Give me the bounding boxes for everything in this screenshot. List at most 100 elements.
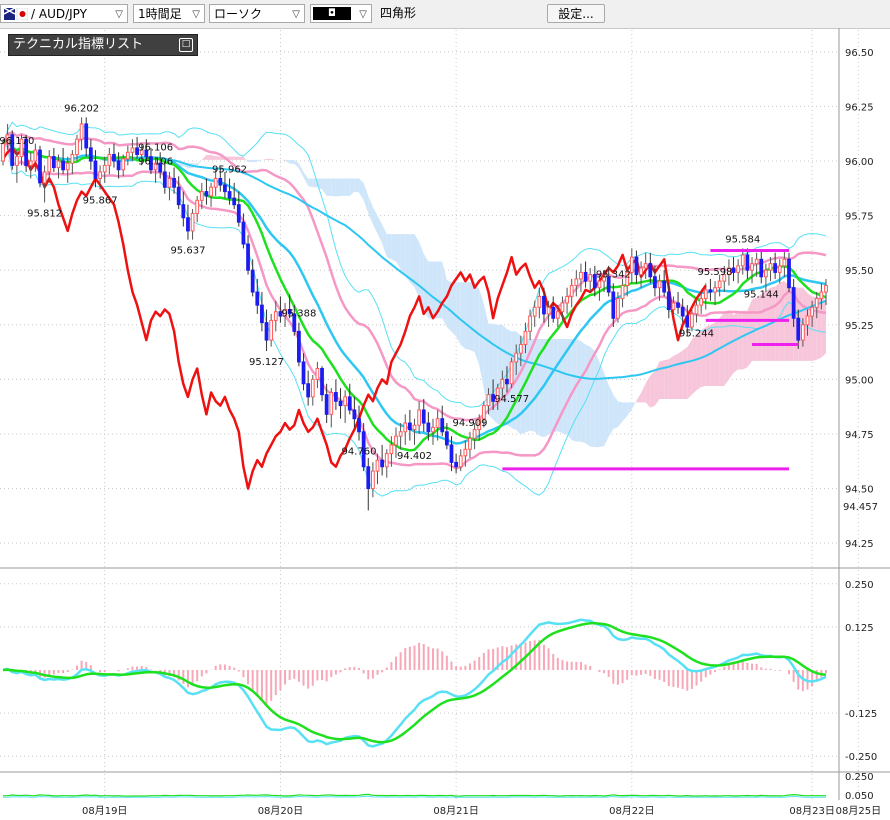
candle-body bbox=[685, 315, 690, 328]
ichimoku-cloud-segment bbox=[201, 155, 207, 160]
candle-body bbox=[232, 197, 237, 206]
candle-body bbox=[523, 330, 528, 345]
candle-body bbox=[791, 287, 796, 319]
candle-body bbox=[347, 396, 352, 411]
indicator-list-panel[interactable]: テクニカル指標リスト □ bbox=[8, 34, 198, 56]
macd-histogram-bar bbox=[330, 670, 333, 678]
candle-body bbox=[768, 263, 773, 271]
macd-histogram-bar bbox=[746, 662, 749, 670]
candle-body bbox=[315, 367, 320, 380]
macd-histogram-bar bbox=[427, 646, 430, 670]
macd-histogram-bar bbox=[288, 670, 291, 681]
macd-histogram-bar bbox=[302, 670, 305, 686]
macd-histogram-bar bbox=[436, 648, 439, 670]
candle-body bbox=[107, 153, 112, 166]
macd-histogram-bar bbox=[367, 670, 370, 680]
candle-body bbox=[417, 409, 422, 426]
restore-icon[interactable]: □ bbox=[179, 38, 193, 52]
candle-body bbox=[79, 123, 84, 140]
macd-histogram-bar bbox=[690, 670, 693, 689]
candle-body bbox=[611, 291, 616, 319]
macd-histogram-bar bbox=[381, 670, 384, 673]
macd-histogram-bar bbox=[667, 670, 670, 687]
candle-body bbox=[320, 367, 324, 396]
macd-histogram-bar bbox=[395, 656, 398, 670]
ichimoku-cloud-segment bbox=[469, 282, 475, 353]
candle-body bbox=[218, 177, 223, 186]
macd-histogram-bar bbox=[177, 670, 180, 681]
y-tick-label: 95.25 bbox=[845, 321, 874, 332]
candle-body bbox=[819, 291, 824, 300]
macd-histogram-bar bbox=[214, 665, 217, 670]
macd-histogram-bar bbox=[529, 640, 532, 670]
candle-body bbox=[745, 254, 750, 271]
macd-histogram-bar bbox=[570, 661, 573, 670]
candle-body bbox=[449, 444, 454, 463]
ichimoku-cloud-segment bbox=[335, 178, 341, 197]
candle-body bbox=[759, 258, 764, 278]
ichimoku-cloud-segment bbox=[234, 156, 239, 160]
macd-histogram-bar bbox=[117, 670, 120, 672]
macd-histogram-bar bbox=[755, 663, 758, 670]
macd-histogram-bar bbox=[751, 663, 754, 670]
candle-body bbox=[412, 424, 417, 431]
macd-histogram-bar bbox=[353, 666, 356, 670]
candle-body bbox=[421, 409, 426, 424]
macd-histogram-bar bbox=[649, 670, 652, 676]
candle-body bbox=[648, 263, 653, 278]
candle-body bbox=[227, 191, 232, 199]
high-low-label: 96.202 bbox=[64, 103, 99, 114]
candle-body bbox=[260, 304, 264, 324]
ichimoku-cloud-segment bbox=[687, 339, 692, 400]
candle-body bbox=[639, 267, 643, 276]
candle-body bbox=[380, 459, 385, 468]
candle-body bbox=[172, 177, 176, 188]
macd-signal-line bbox=[2, 622, 827, 744]
macd-histogram-bar bbox=[630, 670, 633, 676]
candle-body bbox=[486, 394, 491, 407]
candle-body bbox=[505, 378, 509, 385]
candle-body bbox=[528, 315, 532, 332]
ichimoku-cloud-segment bbox=[613, 394, 618, 430]
candle-body bbox=[75, 138, 79, 155]
macd-histogram-bar bbox=[584, 664, 587, 670]
high-low-label: 96.170 bbox=[0, 136, 34, 147]
macd-histogram-bar bbox=[131, 666, 134, 670]
macd-histogram-bar bbox=[441, 651, 444, 670]
ichimoku-cloud-segment bbox=[608, 384, 614, 437]
sub-tick-label: 0.250 bbox=[845, 772, 874, 783]
ichimoku-cloud-segment bbox=[645, 375, 651, 408]
candle-body bbox=[236, 204, 241, 223]
macd-histogram-bar bbox=[362, 670, 365, 674]
macd-histogram-bar bbox=[709, 670, 712, 675]
ichimoku-cloud-segment bbox=[617, 401, 623, 427]
ichimoku-cloud-segment bbox=[534, 338, 540, 436]
ichimoku-cloud-segment bbox=[567, 338, 572, 440]
candle-body bbox=[181, 204, 186, 219]
candle-body bbox=[407, 422, 412, 431]
macd-histogram-bar bbox=[760, 667, 763, 670]
chart-canvas[interactable]: 96.50 96.25 96.00 95.75 95.50 95.25 95.00 94.75… bbox=[0, 0, 890, 820]
ichimoku-cloud-segment bbox=[474, 282, 480, 366]
candle-body bbox=[620, 284, 625, 300]
macd-histogram-bar bbox=[825, 670, 827, 674]
candle-body bbox=[426, 422, 431, 433]
macd-histogram-bar bbox=[459, 666, 462, 670]
ichimoku-cloud-segment bbox=[308, 178, 313, 188]
macd-histogram-bar bbox=[640, 670, 643, 675]
macd-histogram-bar bbox=[284, 670, 287, 685]
ichimoku-cloud-segment bbox=[548, 338, 554, 435]
candle-body bbox=[731, 267, 736, 273]
candle-body bbox=[616, 298, 620, 319]
candle-body bbox=[657, 280, 662, 289]
candle-body bbox=[796, 317, 801, 341]
ichimoku-cloud-segment bbox=[285, 159, 290, 164]
ichimoku-cloud-segment bbox=[340, 178, 346, 196]
macd-histogram-bar bbox=[52, 670, 55, 675]
candle-body bbox=[352, 409, 357, 420]
macd-histogram-bar bbox=[404, 648, 407, 670]
macd-histogram-bar bbox=[589, 665, 592, 670]
candle-body bbox=[246, 243, 250, 271]
ichimoku-cloud-segment bbox=[206, 155, 212, 160]
candle-body bbox=[375, 459, 380, 472]
